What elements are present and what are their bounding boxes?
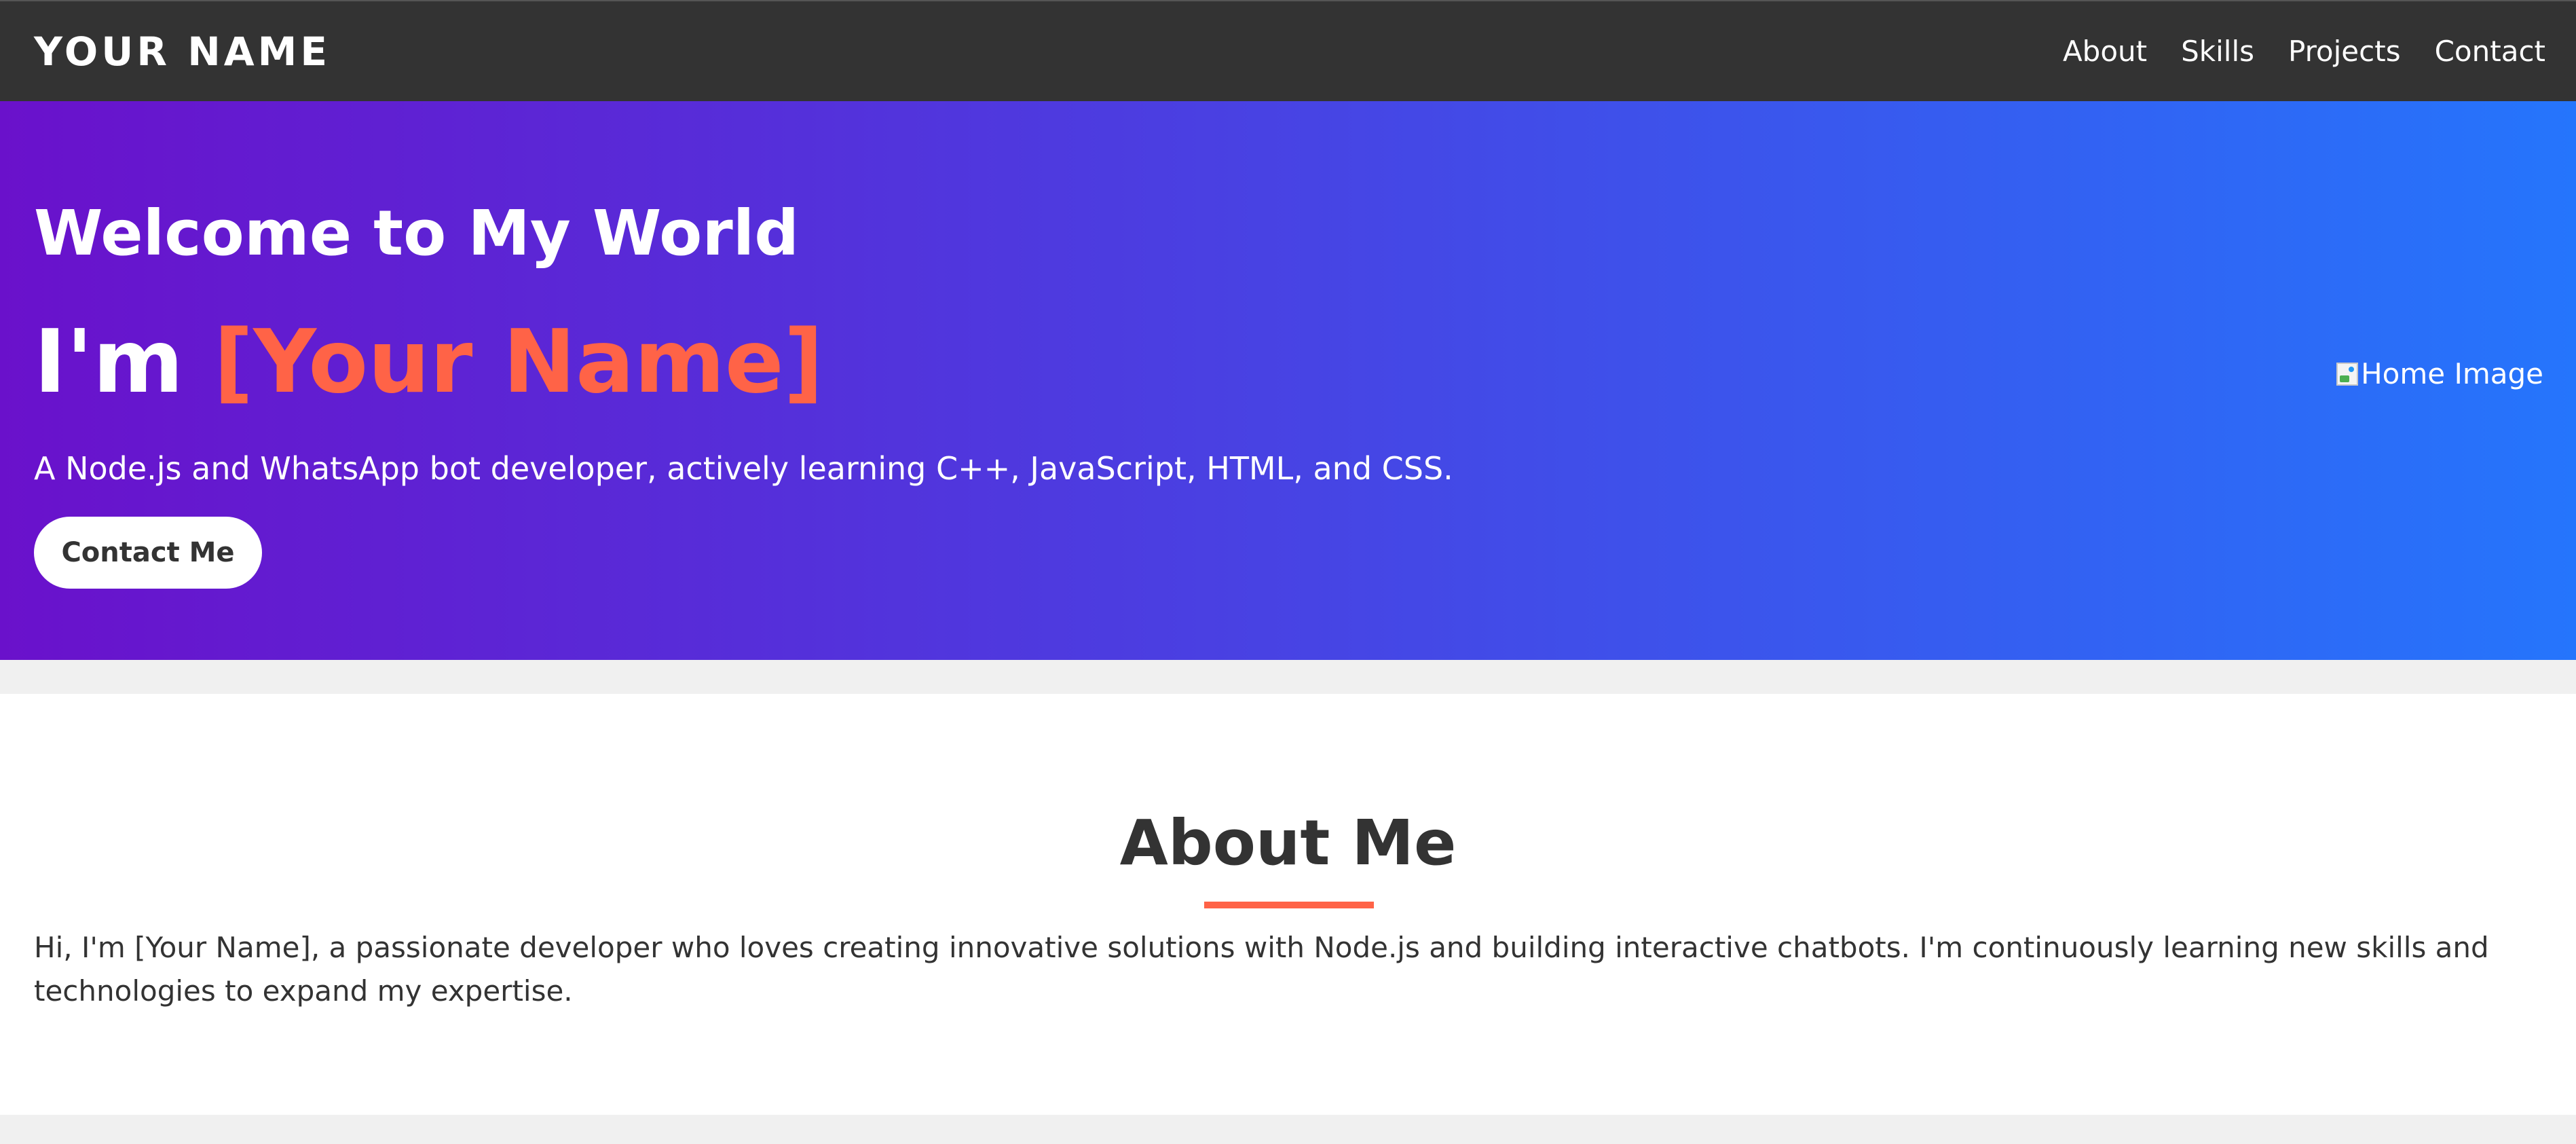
nav-links: About Skills Projects Contact bbox=[2063, 33, 2545, 71]
nav-link-contact[interactable]: Contact bbox=[2435, 33, 2545, 71]
hero-greeting: Welcome to My World bbox=[34, 197, 800, 270]
home-image-alt-text: Home Image bbox=[2361, 357, 2543, 390]
hero-section: Welcome to My World I'm [Your Name] A No… bbox=[0, 101, 2576, 660]
brand-logo[interactable]: YOUR NAME bbox=[34, 27, 331, 76]
home-image: Home Image bbox=[2336, 355, 2543, 393]
navbar: YOUR NAME About Skills Projects Contact bbox=[0, 0, 2576, 101]
nav-link-skills[interactable]: Skills bbox=[2181, 33, 2254, 71]
hero-intro: I'm [Your Name] bbox=[34, 312, 823, 413]
about-text: Hi, I'm [Your Name], a passionate develo… bbox=[34, 931, 2489, 1008]
hero-description: A Node.js and WhatsApp bot developer, ac… bbox=[34, 450, 1453, 487]
hero-intro-prefix: I'm bbox=[34, 312, 214, 413]
about-section: About Me Hi, I'm [Your Name], a passiona… bbox=[0, 694, 2576, 1115]
nav-link-projects[interactable]: Projects bbox=[2288, 33, 2401, 71]
contact-me-button[interactable]: Contact Me bbox=[34, 517, 262, 589]
broken-image-icon bbox=[2336, 363, 2359, 386]
about-title-underline bbox=[1204, 902, 1374, 908]
about-title: About Me bbox=[1119, 807, 1457, 879]
hero-name: [Your Name] bbox=[213, 312, 824, 413]
nav-link-about[interactable]: About bbox=[2063, 33, 2147, 71]
